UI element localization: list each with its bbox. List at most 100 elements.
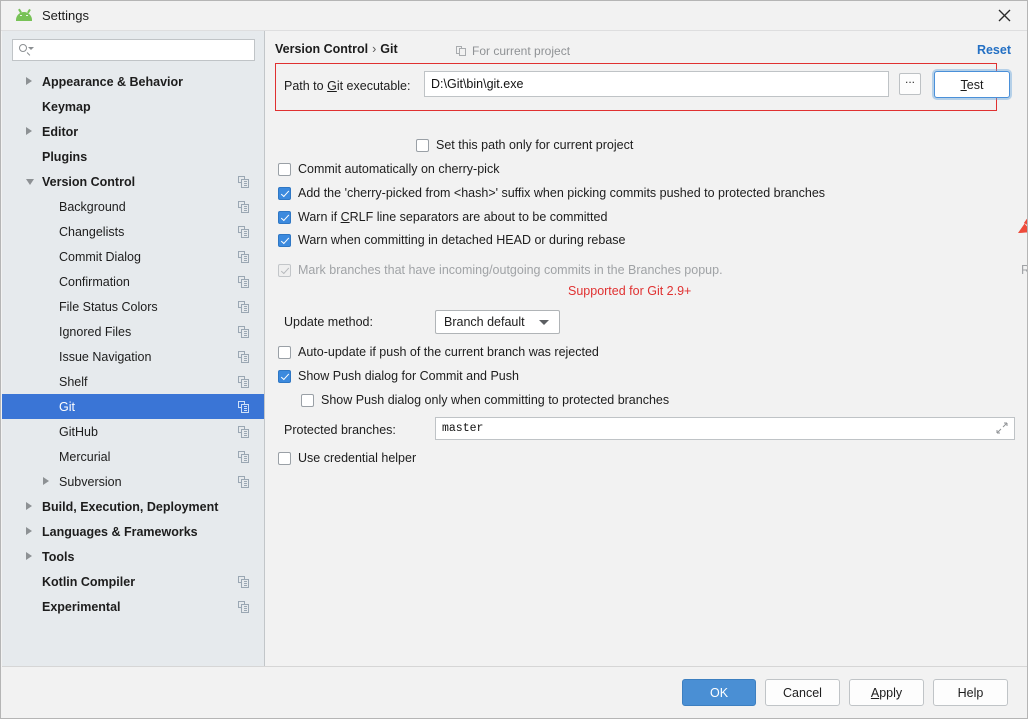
copy-settings-icon xyxy=(238,450,250,463)
title-bar: Settings xyxy=(1,1,1027,31)
settings-dialog: Settings Appearance & Behavior Keymap Edit… xyxy=(0,0,1028,719)
checkbox-row[interactable]: Auto-update if push of the current branc… xyxy=(278,345,599,359)
chevron-right-icon[interactable] xyxy=(26,527,32,535)
checkbox-icon[interactable] xyxy=(416,138,429,152)
sidebar-item-editor[interactable]: Editor xyxy=(2,119,264,144)
copy-settings-icon xyxy=(238,300,250,313)
copy-settings-icon xyxy=(238,250,250,263)
breadcrumb-root[interactable]: Version Control xyxy=(275,42,368,56)
android-robot-icon xyxy=(15,8,33,24)
checkbox-icon[interactable] xyxy=(278,263,291,277)
sidebar-item-github[interactable]: GitHub xyxy=(2,419,264,444)
chevron-right-icon[interactable] xyxy=(26,502,32,510)
sidebar-item-changelists[interactable]: Changelists xyxy=(2,219,264,244)
checkbox-label: Warn when committing in detached HEAD or… xyxy=(298,233,626,247)
checkbox-row[interactable]: Add the 'cherry-picked from <hash>' suff… xyxy=(278,186,825,200)
sidebar-item-confirmation[interactable]: Confirmation xyxy=(2,269,264,294)
sidebar-item-plugins[interactable]: Plugins xyxy=(2,144,264,169)
supported-note: Supported for Git 2.9+ xyxy=(568,284,692,298)
sidebar-item-label: Editor xyxy=(42,124,79,139)
copy-settings-icon xyxy=(238,225,250,238)
chevron-right-icon[interactable] xyxy=(26,77,32,85)
sidebar-item-subversion[interactable]: Subversion xyxy=(2,469,264,494)
checkbox-icon[interactable] xyxy=(278,369,291,383)
sidebar-item-label: Issue Navigation xyxy=(59,349,152,364)
sidebar-item-kotlin-compiler[interactable]: Kotlin Compiler xyxy=(2,569,264,594)
sidebar-item-label: File Status Colors xyxy=(59,299,158,314)
ok-button[interactable]: OK xyxy=(682,679,756,706)
sidebar-item-commit-dialog[interactable]: Commit Dialog xyxy=(2,244,264,269)
sidebar-item-label: Tools xyxy=(42,549,75,564)
sidebar-item-label: Subversion xyxy=(59,474,122,489)
cancel-button[interactable]: Cancel xyxy=(765,679,840,706)
sidebar-item-tools[interactable]: Tools xyxy=(2,544,264,569)
search-field[interactable] xyxy=(12,39,255,61)
browse-button[interactable]: ... xyxy=(899,73,921,95)
reset-link[interactable]: Reset xyxy=(977,43,1011,57)
settings-tree: Appearance & Behavior Keymap Editor Plugins… xyxy=(2,69,264,666)
sidebar-item-shelf[interactable]: Shelf xyxy=(2,369,264,394)
sidebar-item-label: Appearance & Behavior xyxy=(42,74,184,89)
sidebar-item-label: Git xyxy=(59,399,75,414)
copy-settings-icon xyxy=(238,600,250,613)
sidebar-item-background[interactable]: Background xyxy=(2,194,264,219)
sidebar-item-git[interactable]: Git xyxy=(2,394,264,419)
sidebar-item-ignored-files[interactable]: Ignored Files xyxy=(2,319,264,344)
sidebar-item-file-status-colors[interactable]: File Status Colors xyxy=(2,294,264,319)
chevron-right-icon[interactable] xyxy=(26,552,32,560)
checkbox-label: Auto-update if push of the current branc… xyxy=(298,345,599,359)
checkbox-icon[interactable] xyxy=(278,210,291,224)
search-icon xyxy=(19,43,34,57)
copy-settings-icon xyxy=(238,425,250,438)
checkbox-row[interactable]: Commit automatically on cherry-pick xyxy=(278,162,499,176)
chevron-right-icon[interactable] xyxy=(26,127,32,135)
sidebar-item-label: Experimental xyxy=(42,599,121,614)
help-button[interactable]: Help xyxy=(933,679,1008,706)
checkbox-icon[interactable] xyxy=(278,451,291,465)
checkbox-icon[interactable] xyxy=(278,162,291,176)
checkbox-label: Show Push dialog only when committing to… xyxy=(321,393,670,407)
git-executable-path-input[interactable] xyxy=(424,71,889,97)
copy-settings-icon xyxy=(238,575,250,588)
checkbox-row[interactable]: Warn if CRLF line separators are about t… xyxy=(278,210,607,224)
copy-settings-icon xyxy=(238,350,250,363)
sidebar-item-label: Languages & Frameworks xyxy=(42,524,198,539)
apply-button[interactable]: Apply xyxy=(849,679,924,706)
update-method-dropdown[interactable]: Branch default xyxy=(435,310,560,334)
checkbox-row[interactable]: Show Push dialog for Commit and Push xyxy=(278,369,519,383)
for-current-project-label: For current project xyxy=(456,44,570,58)
sidebar-item-issue-navigation[interactable]: Issue Navigation xyxy=(2,344,264,369)
sidebar-item-version-control[interactable]: Version Control xyxy=(2,169,264,194)
sidebar-item-mercurial[interactable]: Mercurial xyxy=(2,444,264,469)
checkbox-row[interactable]: Set this path only for current project xyxy=(416,138,633,152)
chevron-down-icon[interactable] xyxy=(26,179,34,185)
checkbox-row[interactable]: Mark branches that have incoming/outgoin… xyxy=(278,263,723,277)
test-button[interactable]: Test xyxy=(934,71,1010,98)
protected-branches-label: Protected branches: xyxy=(284,423,396,437)
search-input[interactable] xyxy=(36,42,240,58)
sidebar-item-label: Ignored Files xyxy=(59,324,132,339)
checkbox-icon[interactable] xyxy=(278,233,291,247)
update-method-value: Branch default xyxy=(444,315,525,329)
sidebar-item-languages-frameworks[interactable]: Languages & Frameworks xyxy=(2,519,264,544)
checkbox-row[interactable]: Show Push dialog only when committing to… xyxy=(301,393,669,407)
sidebar-item-label: Build, Execution, Deployment xyxy=(42,499,219,514)
sidebar-item-appearance-behavior[interactable]: Appearance & Behavior xyxy=(2,69,264,94)
window-title: Settings xyxy=(42,8,89,23)
breadcrumb: Version Control › Git xyxy=(275,42,398,56)
copy-settings-icon xyxy=(238,200,250,213)
close-icon[interactable] xyxy=(981,1,1027,30)
sidebar-item-label: Keymap xyxy=(42,99,91,114)
checkbox-row[interactable]: Use credential helper xyxy=(278,451,416,465)
protected-branches-input[interactable] xyxy=(435,417,1015,440)
sidebar-item-keymap[interactable]: Keymap xyxy=(2,94,264,119)
checkbox-icon[interactable] xyxy=(301,393,314,407)
breadcrumb-leaf: Git xyxy=(380,42,398,56)
checkbox-row[interactable]: Warn when committing in detached HEAD or… xyxy=(278,233,625,247)
sidebar-item-build-execution-deployment[interactable]: Build, Execution, Deployment xyxy=(2,494,264,519)
checkbox-icon[interactable] xyxy=(278,345,291,359)
sidebar-item-experimental[interactable]: Experimental xyxy=(2,594,264,619)
copy-settings-icon xyxy=(238,275,250,288)
checkbox-icon[interactable] xyxy=(278,186,291,200)
chevron-right-icon[interactable] xyxy=(43,477,49,485)
